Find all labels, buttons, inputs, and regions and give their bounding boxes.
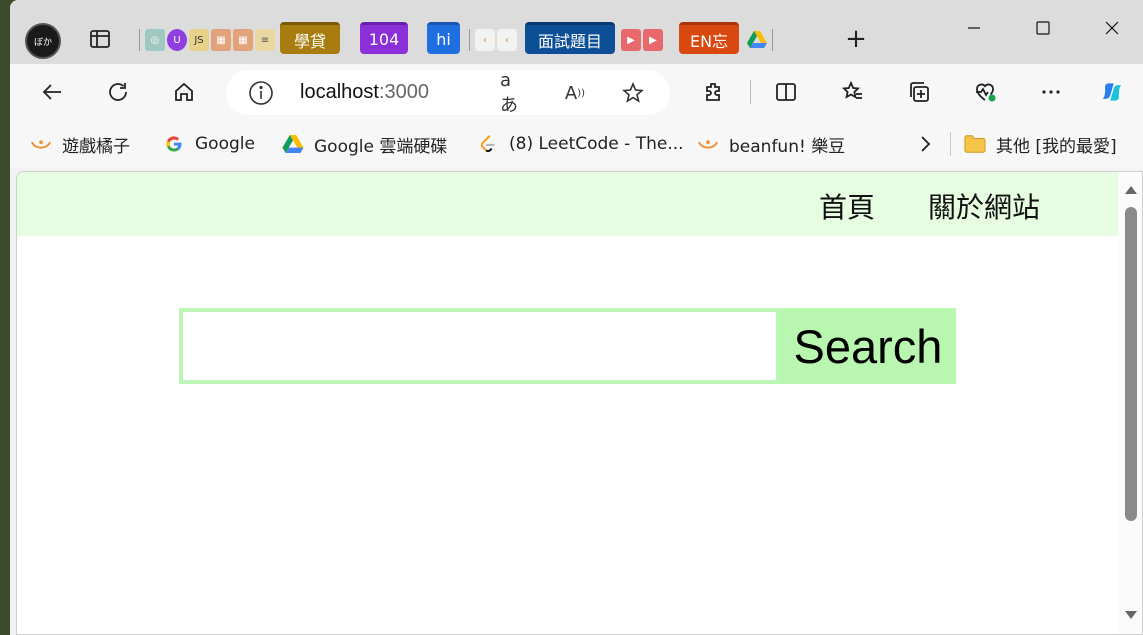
bookmark-label: beanfun! 樂豆 [729,136,846,157]
pinned-tabs-group-2: ‹ ‹ [466,25,517,55]
scroll-down-arrow-icon[interactable] [1124,609,1138,621]
favorites-icon[interactable] [839,78,867,106]
copilot-icon[interactable] [1098,78,1126,106]
tab-hi[interactable]: hi [427,22,460,54]
address-url[interactable]: localhost:3000 [300,81,429,104]
home-icon[interactable] [170,78,198,106]
bookmark-google[interactable]: Google [163,132,255,156]
site-info-icon[interactable] [248,80,274,106]
leetcode-icon [477,133,499,155]
tab-loan-label: 學貸 [293,31,326,51]
leetcode-tab-icon-2[interactable]: ‹ [497,29,517,51]
search-form: Search [179,308,956,384]
url-host: localhost [300,81,379,103]
more-menu-icon[interactable] [1037,78,1065,106]
vertical-scrollbar[interactable] [1118,172,1142,634]
read-aloud-icon[interactable]: A)) [562,80,588,106]
scrollbar-thumb[interactable] [1125,207,1137,521]
favorite-star-icon[interactable] [620,80,646,106]
leetcode-tab-icon[interactable]: ‹ [475,29,495,51]
bookmark-label: 其他 [我的最愛] [996,136,1117,157]
pinned-tabs-group-4 [747,25,776,55]
bookmarks-divider [950,132,951,156]
tab-interview[interactable]: 面試題目 [525,22,615,54]
maximize-button[interactable] [1029,14,1057,42]
site-navbar: 首頁 關於網站 [17,172,1118,236]
translate-label: aあ [500,69,518,116]
bookmark-other-favorites[interactable]: 其他 [我的最愛] [964,132,1117,157]
nav-link-about[interactable]: 關於網站 [928,186,1040,226]
tab-en[interactable]: EN忘 [679,22,739,54]
bookmarks-bar: 遊戲橘子 Google Google 雲端硬碟 (8) LeetCode - T… [10,120,1143,168]
folder-icon [964,133,986,155]
address-bar[interactable]: localhost:3000 aあ A)) [226,70,670,116]
youtube-tab-icon[interactable]: ▶ [621,29,641,51]
back-icon[interactable] [38,78,66,106]
search-input[interactable] [179,308,780,384]
orange-icon [30,133,52,155]
browser-essentials-icon[interactable] [971,78,999,106]
tab-en-label: EN忘 [689,31,729,51]
google-icon [163,133,185,155]
tab-separator [139,29,140,51]
bookmark-google-drive[interactable]: Google 雲端硬碟 [282,132,448,157]
split-screen-icon[interactable] [772,78,800,106]
grid-tab-icon[interactable]: ▦ [211,29,231,51]
tab-actions-icon[interactable] [88,27,112,51]
search-button[interactable]: Search [780,308,956,384]
close-button[interactable] [1098,14,1126,42]
bookmark-leetcode[interactable]: (8) LeetCode - The... [477,132,684,156]
tab-separator [469,29,470,51]
profile-avatar[interactable]: ぼか [25,23,61,59]
page-viewport: 首頁 關於網站 Search [16,171,1143,635]
tab-104[interactable]: 104 [360,22,408,54]
tab-separator [772,29,773,51]
minimize-button[interactable] [960,14,988,42]
pinned-tabs-group-1: ◎ U JS ▦ ▦ ≡ [136,25,284,55]
url-port: :3000 [378,81,429,103]
js-tab-label: JS [194,34,204,46]
bookmark-gamania[interactable]: 遊戲橘子 [30,132,130,157]
bookmark-beanfun[interactable]: beanfun! 樂豆 [697,132,846,157]
refresh-icon[interactable] [104,78,132,106]
youtube-tab-icon-2[interactable]: ▶ [643,29,663,51]
chevron-right-icon[interactable] [914,133,936,155]
profile-label: ぼか [33,37,52,48]
bookmark-label: Google 雲端硬碟 [314,136,448,157]
toolbar-divider [750,80,751,104]
orange-icon [697,133,719,155]
tab-interview-label: 面試題目 [537,31,602,51]
chatgpt-icon[interactable]: ◎ [145,29,165,51]
tab-loan[interactable]: 學貸 [280,22,340,54]
google-drive-icon [282,133,304,155]
tab-strip: ぼか ◎ U JS ▦ ▦ ≡ 學貸 104 hi ‹ ‹ 面試題目 ▶ ▶ E… [10,0,1143,64]
u-icon[interactable]: U [167,29,187,51]
tab-104-label: 104 [368,30,400,49]
tab-hi-label: hi [436,30,451,49]
google-drive-tab-icon[interactable] [747,29,767,51]
scroll-up-arrow-icon[interactable] [1124,184,1138,196]
grid-tab-icon-2[interactable]: ▦ [233,29,253,51]
extensions-icon[interactable] [700,78,728,106]
collections-icon[interactable] [905,78,933,106]
new-tab-button[interactable]: + [844,26,868,52]
doc-tab-icon[interactable]: ≡ [255,29,275,51]
pinned-tabs-group-3: ▶ ▶ [621,25,663,55]
bookmark-label: (8) LeetCode - The... [509,134,684,154]
translate-icon[interactable]: aあ [500,70,526,116]
browser-window: ぼか ◎ U JS ▦ ▦ ≡ 學貸 104 hi ‹ ‹ 面試題目 ▶ ▶ E… [10,0,1143,635]
browser-toolbar: localhost:3000 aあ A)) [10,64,1143,120]
read-aloud-waves: )) [577,87,586,99]
bookmark-label: Google [195,134,255,154]
bookmark-label: 遊戲橘子 [62,136,130,157]
js-tab-icon[interactable]: JS [189,29,209,51]
nav-link-home[interactable]: 首頁 [819,186,875,226]
read-aloud-label: A [564,82,578,104]
